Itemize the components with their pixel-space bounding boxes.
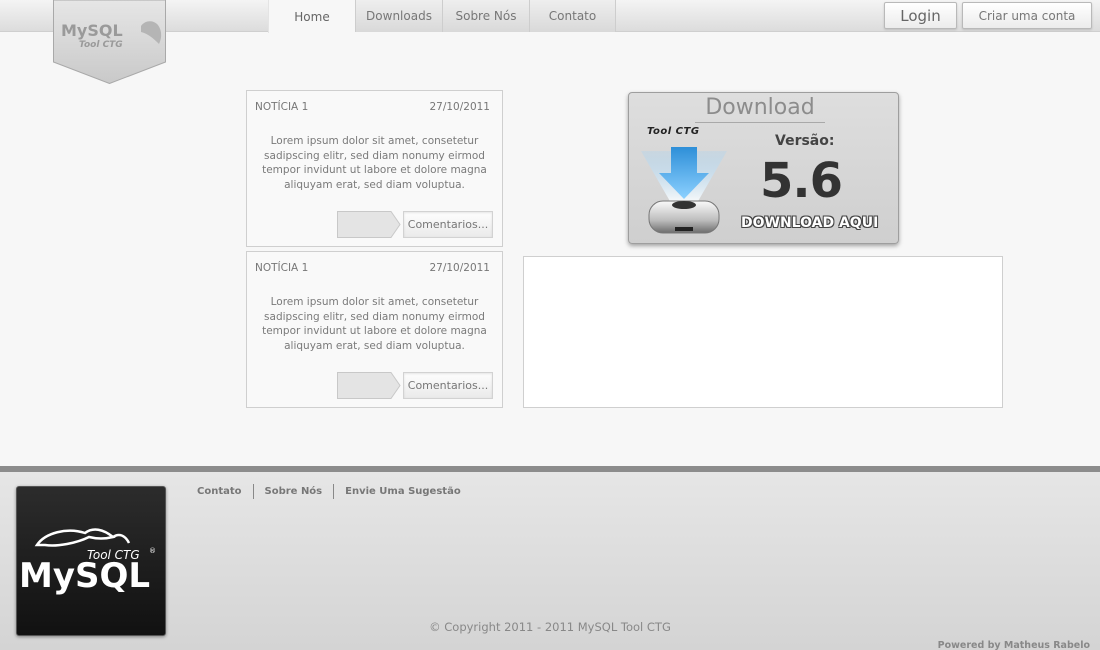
comments-button[interactable]: Comentarios...: [403, 372, 493, 399]
news-date: 27/10/2011: [429, 262, 490, 274]
download-small-logo: Tool CTG: [647, 126, 700, 137]
arrow-icon[interactable]: [337, 372, 401, 399]
news-title: NOTÍCIA 1: [255, 262, 309, 274]
footer-link-contato[interactable]: Contato: [186, 484, 253, 499]
download-drive-icon: [641, 147, 727, 234]
login-button[interactable]: Login: [884, 2, 957, 29]
logo-line2: Tool CTG: [79, 40, 123, 50]
powered-by: Powered by Matheus Rabelo: [937, 640, 1090, 650]
tab-sobre-nos[interactable]: Sobre Nós: [442, 0, 529, 32]
news-body: Lorem ipsum dolor sit amet, consetetur s…: [262, 296, 487, 352]
tab-contato[interactable]: Contato: [529, 0, 616, 32]
footer-logo-wordmark: MySQL: [19, 556, 150, 596]
footer-logo: Tool CTG ® MySQL: [16, 486, 166, 636]
site-logo[interactable]: MySQL Tool CTG: [53, 0, 166, 84]
footer: Tool CTG ® MySQL Contato Sobre Nós Envie…: [0, 466, 1100, 650]
version-label: Versão:: [775, 133, 835, 149]
logo-line1: MySQL: [61, 21, 123, 40]
download-link[interactable]: DOWNLOAD AQUI: [741, 215, 878, 231]
tab-home[interactable]: Home: [268, 0, 355, 33]
download-title: Download: [695, 95, 825, 123]
footer-links: Contato Sobre Nós Envie Uma Sugestão: [186, 484, 472, 499]
footer-link-sobre-nos[interactable]: Sobre Nós: [252, 484, 334, 499]
version-number: 5.6: [760, 153, 843, 209]
signup-button[interactable]: Criar uma conta: [962, 2, 1092, 29]
news-card: NOTÍCIA 1 27/10/2011 Lorem ipsum dolor s…: [246, 251, 503, 408]
page: MySQL Tool CTG Home Downloads Sobre Nós …: [0, 0, 1100, 650]
mysql-dolphin-icon: Tool CTG ® MySQL: [19, 528, 156, 596]
tab-downloads[interactable]: Downloads: [355, 0, 442, 32]
arrow-icon[interactable]: [337, 211, 401, 238]
copyright: © Copyright 2011 - 2011 MySQL Tool CTG: [429, 620, 671, 634]
news-header: NOTÍCIA 1 27/10/2011: [255, 262, 490, 276]
news-header: NOTÍCIA 1 27/10/2011: [255, 101, 490, 115]
main-nav: Home Downloads Sobre Nós Contato: [268, 0, 616, 33]
comments-button[interactable]: Comentarios...: [403, 211, 493, 238]
download-box[interactable]: Download Tool CTG Versão: 5.6 DOWNLOAD A…: [628, 92, 899, 244]
footer-link-sugestao[interactable]: Envie Uma Sugestão: [333, 484, 472, 499]
footer-logo-registered: ®: [149, 547, 156, 555]
news-body: Lorem ipsum dolor sit amet, consetetur s…: [262, 135, 487, 191]
news-date: 27/10/2011: [429, 101, 490, 113]
content-panel: [523, 256, 1003, 408]
news-card: NOTÍCIA 1 27/10/2011 Lorem ipsum dolor s…: [246, 90, 503, 247]
news-title: NOTÍCIA 1: [255, 101, 309, 113]
